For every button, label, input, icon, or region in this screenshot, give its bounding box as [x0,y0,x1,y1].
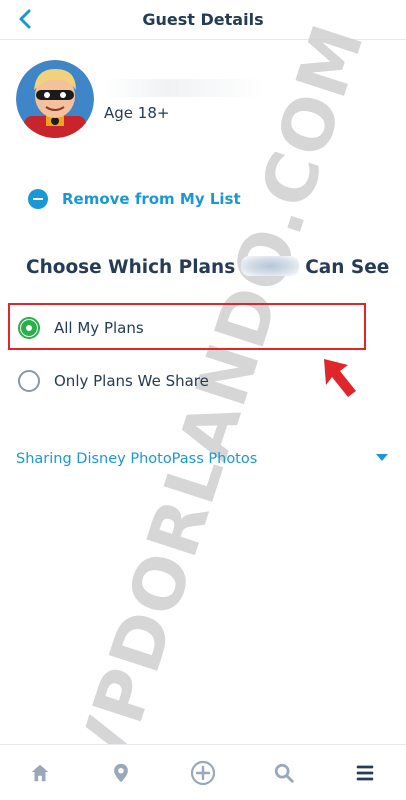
photopass-label: Sharing Disney PhotoPass Photos [16,451,258,467]
tab-map[interactable] [101,753,141,793]
watermark: VPDORLANDO.COM [59,13,381,787]
plans-title-after: Can See [305,257,390,278]
tab-home[interactable] [20,753,60,793]
option-all-my-plans[interactable]: All My Plans [18,316,144,340]
blurred-guest-name [241,256,300,276]
remove-from-list-label: Remove from My List [62,190,241,208]
tab-add[interactable] [183,753,223,793]
menu-icon [356,765,374,781]
annotation-arrow-icon [324,359,356,397]
home-icon [31,764,49,782]
location-pin-icon [114,763,128,783]
minus-circle-icon [28,189,48,209]
avatar [16,60,94,138]
incredibles-dash-avatar [16,60,94,138]
guest-name [104,79,264,97]
guest-age: Age 18+ [104,104,170,122]
search-icon [274,763,294,783]
plans-title-before: Choose Which Plans [26,257,236,278]
option-only-plans-we-share[interactable]: Only Plans We Share [18,369,209,393]
bottom-tab-bar [0,744,406,800]
page-title: Guest Details [142,10,264,29]
radio-selected-icon[interactable] [18,317,40,339]
plus-circle-icon [190,760,216,786]
caret-down-icon [376,454,388,461]
photopass-sharing-toggle[interactable]: Sharing Disney PhotoPass Photos [16,448,390,470]
plans-section-title: Choose Which Plans Can See [26,256,389,278]
remove-from-list-button[interactable]: Remove from My List [28,187,241,211]
header: Guest Details [0,0,406,40]
option-label: All My Plans [54,319,144,337]
tab-search[interactable] [264,753,304,793]
tab-menu[interactable] [345,753,385,793]
option-label: Only Plans We Share [54,372,209,390]
radio-unselected-icon[interactable] [18,370,40,392]
